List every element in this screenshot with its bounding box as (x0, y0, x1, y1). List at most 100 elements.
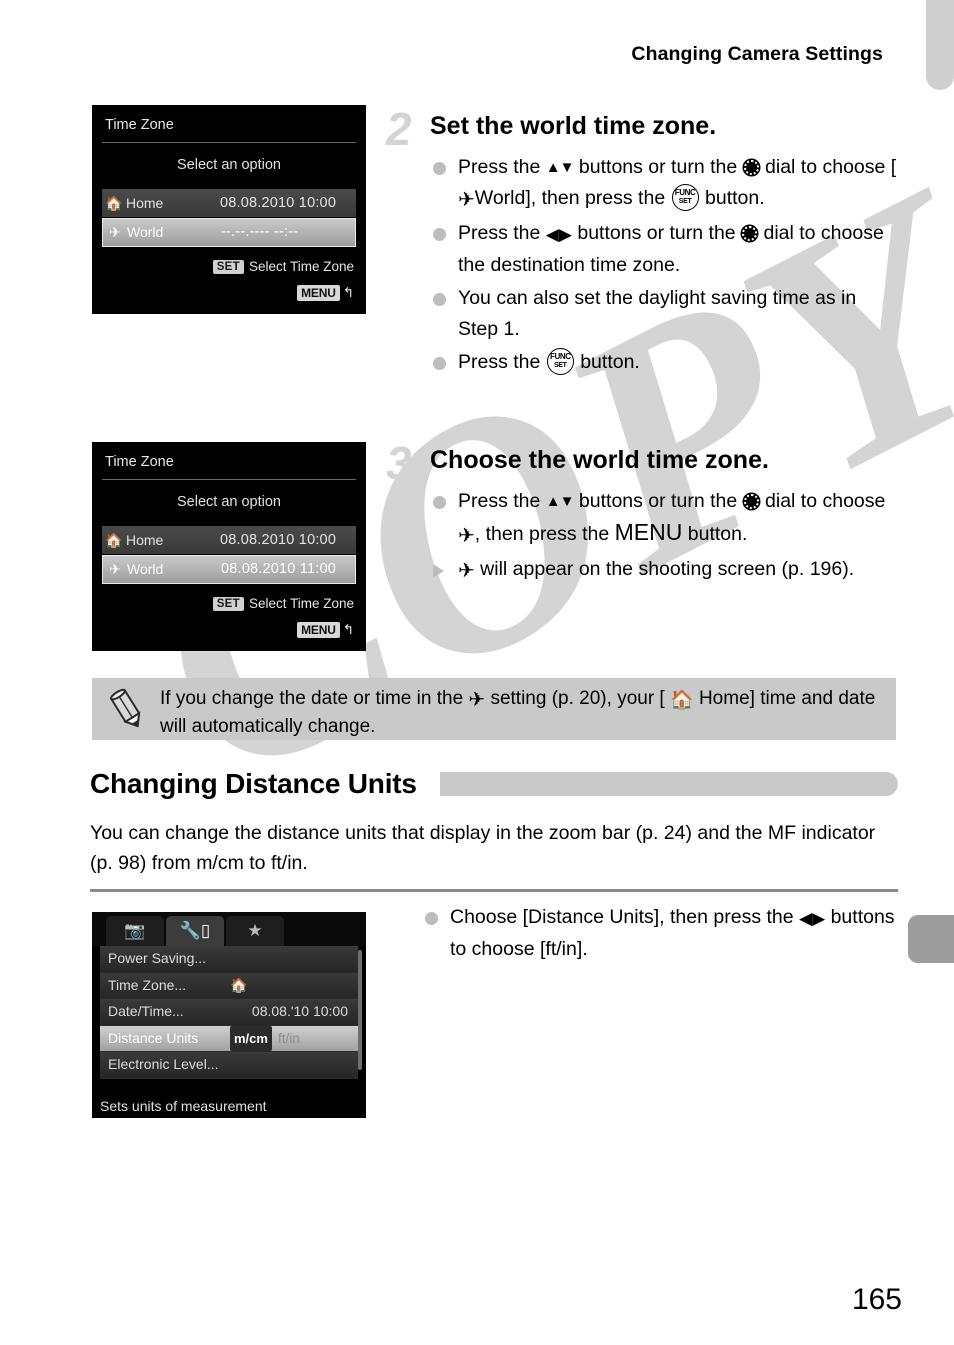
lcd-set-hint: SET Select Time Zone (212, 596, 354, 611)
lcd-title: Time Zone (105, 117, 174, 133)
my-menu-tab[interactable]: ★ (226, 916, 284, 946)
unit-option-metric[interactable]: m/cm (230, 1025, 272, 1051)
step-3-bullet-1: Press the ▲▼ buttons or turn the dial to… (428, 486, 898, 552)
section-heading-bar (440, 772, 898, 796)
time-zone-row-world[interactable]: ✈ World --.--.---- --:-- (102, 218, 356, 247)
bullet-dot-icon (425, 912, 438, 925)
bullet-text: buttons or turn the (571, 222, 742, 244)
bullet-text: World], then press the (474, 187, 671, 209)
left-right-arrows-icon: ◀▶ (799, 909, 826, 928)
time-zone-row-world-value: --.--.---- --:-- (221, 224, 299, 240)
shooting-tab[interactable]: 📷 (106, 916, 164, 946)
pencil-icon (109, 688, 141, 728)
screenshot-time-zone-world-set: Time Zone Select an option 🏠 Home 08.08.2… (92, 442, 366, 651)
lcd-divider (102, 142, 356, 143)
bullet-text: Press the (458, 156, 546, 178)
menu-button-label: MENU (614, 519, 683, 545)
lcd-subtitle: Select an option (177, 494, 281, 510)
lcd-set-hint: SET Select Time Zone (212, 259, 354, 274)
menu-item-label: Distance Units (108, 1029, 199, 1046)
edge-tab-marker-section (908, 915, 954, 963)
star-icon: ★ (247, 921, 263, 940)
menu-item-date-time[interactable]: Date/Time... 08.08.'10 10:00 (100, 999, 358, 1026)
horizontal-rule (90, 889, 898, 892)
menu-item-time-zone[interactable]: Time Zone... 🏠 (100, 972, 358, 999)
menu-return-icon: ↰ (342, 622, 354, 637)
bullet-text: will appear on the shooting screen (p. 1… (474, 558, 855, 580)
airplane-icon: ✈ (458, 560, 475, 582)
menu-footer-hint: Sets units of measurement (100, 1098, 267, 1114)
bullet-text: Press the (458, 222, 546, 244)
step-2-bullet-2: Press the ◀▶ buttons or turn the dial to… (428, 218, 898, 281)
airplane-icon: ✈ (458, 189, 475, 211)
menu-item-electronic-level[interactable]: Electronic Level... (100, 1052, 358, 1079)
bullet-text: dial to choose [ (759, 156, 897, 178)
bullet-text: buttons or turn the (573, 490, 743, 512)
screenshot-time-zone-world-blank: Time Zone Select an option 🏠 Home 08.08.2… (92, 105, 366, 314)
settings-tab[interactable]: 🔧▯ (166, 916, 224, 946)
set-hint-label: Select Time Zone (248, 259, 354, 274)
lcd-title: Time Zone (105, 454, 174, 470)
section-heading: Changing Distance Units (90, 768, 417, 800)
time-zone-row-home[interactable]: 🏠 Home 08.08.2010 10:00 (102, 526, 356, 554)
bullet-triangle-icon (433, 564, 444, 578)
step-2-bullets: Press the ▲▼ buttons or turn the dial to… (428, 152, 898, 380)
airplane-icon: ✈ (109, 561, 121, 577)
bullet-text: button. (682, 523, 748, 545)
time-zone-row-home-value: 08.08.2010 10:00 (220, 195, 337, 211)
bottom-bullet-1: Choose [Distance Units], then press the … (420, 902, 900, 965)
bullet-text: , then press the (474, 523, 615, 545)
time-zone-row-home[interactable]: 🏠 Home 08.08.2010 10:00 (102, 189, 356, 217)
menu-item-label: Electronic Level... (108, 1056, 219, 1072)
airplane-icon: ✈ (468, 689, 486, 711)
lcd-subtitle: Select an option (177, 157, 281, 173)
step-2-bullet-4: Press the FUNC SET button. (428, 347, 898, 378)
step-3-bullets: Press the ▲▼ buttons or turn the dial to… (428, 486, 898, 589)
menu-item-label: Power Saving... (108, 950, 207, 966)
distance-units-options: m/cm ft/in (230, 1025, 300, 1051)
bullet-text: Press the (458, 351, 546, 373)
menu-item-list: Power Saving... Time Zone... 🏠 Date/Time… (100, 946, 358, 1079)
unit-option-imperial[interactable]: ft/in (278, 1031, 300, 1046)
wrench-tool-icon: 🔧▯ (179, 921, 211, 940)
step-2-bullet-1: Press the ▲▼ buttons or turn the dial to… (428, 152, 898, 216)
up-down-arrows-icon: ▲▼ (545, 493, 575, 510)
bullet-dot-icon (433, 162, 446, 175)
screenshot-settings-menu: 📷 🔧▯ ★ Power Saving... Time Zone... 🏠 Da… (92, 912, 366, 1118)
note-text-part: If you change the date or time in the (160, 688, 469, 709)
menu-scrollbar[interactable] (358, 950, 362, 1070)
menu-badge: MENU (297, 285, 340, 301)
bullet-dot-icon (433, 496, 446, 509)
bullet-text: You can also set the daylight saving tim… (458, 287, 857, 340)
section-body-text: You can change the distance units that d… (90, 822, 876, 874)
section-heading-text: Changing Distance Units (90, 768, 417, 799)
func-set-button-icon: FUNC SET (671, 184, 699, 211)
up-down-arrows-icon: ▲▼ (545, 159, 575, 176)
control-dial-icon (742, 226, 758, 241)
bullet-text: dial to choose (759, 490, 886, 512)
home-icon: 🏠 (670, 690, 694, 711)
time-zone-row-home-value: 08.08.2010 10:00 (220, 532, 337, 548)
airplane-icon: ✈ (458, 525, 475, 547)
time-zone-row-world[interactable]: ✈ World 08.08.2010 11:00 (102, 555, 356, 584)
edge-tab-marker-top (926, 0, 954, 90)
bullet-text: buttons or turn the (573, 156, 743, 178)
set-badge: SET (212, 597, 244, 611)
bullet-text: button. (574, 351, 640, 373)
step-2-bullet-3: You can also set the daylight saving tim… (428, 283, 898, 345)
set-badge: SET (212, 260, 244, 274)
note-text: If you change the date or time in the ✈ … (160, 686, 886, 740)
time-zone-row-world-value: 08.08.2010 11:00 (221, 561, 337, 577)
note-text-part: setting (p. 20), your [ (485, 688, 670, 709)
bullet-text: Choose [Distance Units], then press the (450, 906, 800, 928)
left-right-arrows-icon: ◀▶ (545, 225, 572, 244)
camera-icon: 📷 (124, 921, 146, 940)
menu-item-distance-units[interactable]: Distance Units m/cm ft/in (100, 1025, 358, 1052)
airplane-icon: ✈ (109, 224, 121, 240)
menu-item-power-saving[interactable]: Power Saving... (100, 946, 358, 973)
lcd-divider (102, 479, 356, 480)
home-icon: 🏠 (230, 976, 248, 993)
lcd-menu-hint: MENU ↰ (297, 285, 354, 301)
time-zone-row-world-label: World (127, 224, 164, 240)
time-zone-row-home-label: Home (126, 195, 164, 211)
